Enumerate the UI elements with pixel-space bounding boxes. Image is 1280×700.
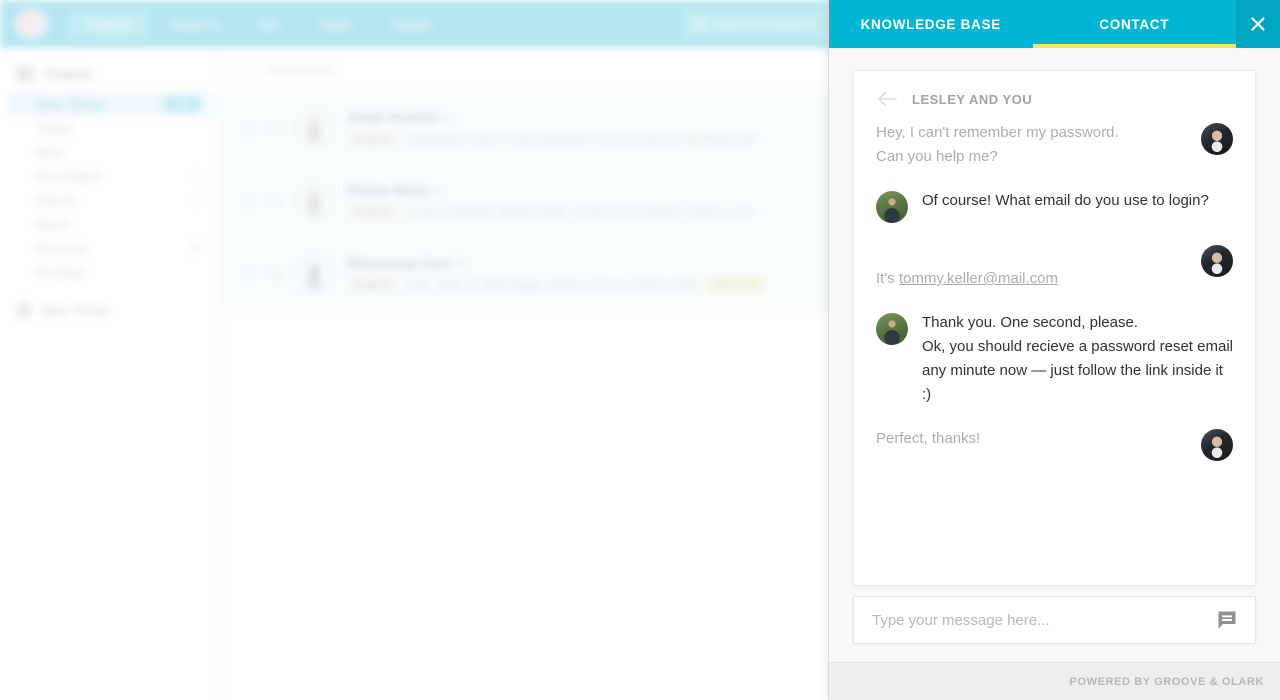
app-logo-icon [14, 9, 48, 39]
star-icon[interactable] [269, 268, 281, 280]
agent-avatar [876, 191, 908, 223]
ticket-list-header-label: New tickets [267, 62, 334, 77]
sidebar-item-label: Developers [36, 168, 102, 184]
row-tag: Support [347, 276, 398, 293]
widget-footer: POWERED BY GROOVE & OLARK [829, 662, 1280, 700]
screen-root: Tickets Reports KB Apps Admin Search by … [0, 0, 1280, 700]
row-name-text: Julian Nowicki [347, 109, 438, 125]
avatar [295, 109, 333, 147]
search-icon [694, 18, 706, 30]
row-id: #1 [440, 110, 455, 125]
sidebar-item-mine[interactable]: Mine [8, 140, 211, 164]
message-input[interactable] [872, 611, 1213, 629]
message-text: Thank you. One second, please. Ok, you s… [922, 314, 1233, 403]
star-icon[interactable] [269, 122, 281, 134]
select-all-checkbox[interactable] [242, 63, 255, 76]
sidebar-item-label: Twitter [36, 120, 75, 136]
customer-avatar [1201, 245, 1233, 277]
chat-widget-panel: KNOWLEDGE BASE CONTACT LESLEY AND YOU He… [828, 0, 1280, 700]
sidebar-heading: Tickets [0, 66, 219, 92]
list-item: Thank you. One second, please. Ok, you s… [876, 311, 1233, 407]
message-text-prefix: It's [876, 270, 899, 287]
list-item: Hey, I can't remember my password. Can y… [876, 121, 1233, 169]
plus-circle-icon [16, 302, 32, 318]
powered-by-label: POWERED BY GROOVE & OLARK [1069, 675, 1264, 688]
row-name-text: Florian Marty [347, 182, 429, 198]
back-arrow-icon[interactable] [876, 91, 898, 107]
conversation-title: LESLEY AND YOU [912, 91, 1033, 107]
sidebar-item-badge: 1 [194, 170, 201, 182]
sidebar-item-label: Spam [36, 216, 70, 232]
new-ticket-button[interactable]: New Ticket [0, 292, 219, 318]
composer-area [829, 586, 1280, 662]
conversation-card: LESLEY AND YOU Hey, I can't remember my … [853, 70, 1256, 586]
avatar [295, 182, 333, 220]
nav-item-admin[interactable]: Admin [375, 9, 447, 40]
message-text: It's tommy.keller@mail.com [876, 243, 1187, 291]
chat-bubble-send-icon[interactable] [1213, 606, 1241, 634]
list-item: Of course! What email do you use to logi… [876, 189, 1233, 223]
nav-item-reports[interactable]: Reports [155, 9, 236, 40]
row-checkbox[interactable] [242, 194, 255, 208]
sidebar-item-badge: 123 [162, 96, 201, 112]
customer-avatar [1201, 429, 1233, 461]
row-checkbox[interactable] [242, 121, 255, 135]
widget-body: LESLEY AND YOU Hey, I can't remember my … [829, 48, 1280, 586]
conversation-header: LESLEY AND YOU [876, 91, 1233, 107]
sidebar-item-pending[interactable]: Pending [8, 260, 211, 284]
row-preview-text: suggestion Heya Ticket delegate! Can you… [405, 131, 756, 146]
background-sidebar: Tickets New Ticket 123 Twitter Mine Deve… [0, 48, 220, 700]
tab-knowledge-base[interactable]: KNOWLEDGE BASE [829, 0, 1033, 48]
list-item: Perfect, thanks! [876, 427, 1233, 461]
message-text: Of course! What email do you use to logi… [922, 192, 1209, 209]
row-name-text: Rhiannaray Goel [347, 255, 451, 271]
sidebar-item-clients[interactable]: Clients 3 [8, 188, 211, 212]
inbox-icon [16, 66, 34, 82]
sidebar-item-label: New Ticket [36, 96, 104, 112]
sidebar-item-label: Pending [36, 264, 84, 280]
nav-item-kb[interactable]: KB [244, 9, 295, 40]
sidebar-item-snoozed[interactable]: Snoozed 12 [8, 236, 211, 260]
list-item: It's tommy.keller@mail.com [876, 243, 1233, 291]
search-placeholder: Search by keyword [714, 17, 817, 31]
row-tag-amber: Sent from [706, 276, 767, 293]
row-preview-text: Fwd: 'Mac 11 Mainstage' mailbox shows 24… [405, 277, 699, 292]
row-checkbox[interactable] [242, 267, 255, 281]
sidebar-item-badge: 3 [194, 194, 201, 206]
sidebar-item-label: Clients [36, 192, 76, 208]
row-tag: Support [347, 130, 398, 147]
message-text: Perfect, thanks! [876, 430, 981, 447]
row-preview-text: wrong customer shown Hello, in one of my… [405, 204, 755, 219]
close-icon[interactable] [1236, 0, 1280, 48]
widget-header: KNOWLEDGE BASE CONTACT [829, 0, 1280, 48]
row-id: #3 [453, 256, 468, 271]
email-link[interactable]: tommy.keller@mail.com [899, 270, 1058, 287]
sidebar-item-developers[interactable]: Developers 1 [8, 164, 211, 188]
row-id: #2 [432, 183, 446, 198]
tab-contact[interactable]: CONTACT [1032, 0, 1237, 48]
customer-avatar [1201, 123, 1233, 155]
nav-item-apps[interactable]: Apps [302, 9, 367, 40]
background-nav: Tickets Reports KB Apps Admin [70, 8, 447, 40]
avatar [295, 255, 333, 293]
star-icon[interactable] [269, 195, 281, 207]
row-tag: Support [347, 203, 398, 220]
sidebar-item-badge: 12 [188, 242, 201, 254]
sidebar-item-twitter[interactable]: Twitter [8, 116, 211, 140]
sidebar-heading-label: Tickets [44, 66, 92, 82]
agent-avatar [876, 313, 908, 345]
message-text: Hey, I can't remember my password. Can y… [876, 124, 1119, 165]
new-ticket-label: New Ticket [42, 302, 110, 318]
composer[interactable] [853, 596, 1256, 644]
sidebar-item-label: Snoozed [36, 240, 88, 256]
sidebar-item-label: Mine [36, 144, 65, 160]
sidebar-item-spam[interactable]: Spam [8, 212, 211, 236]
sidebar-item-new-ticket[interactable]: New Ticket 123 [8, 92, 211, 116]
nav-item-tickets[interactable]: Tickets [70, 8, 147, 40]
